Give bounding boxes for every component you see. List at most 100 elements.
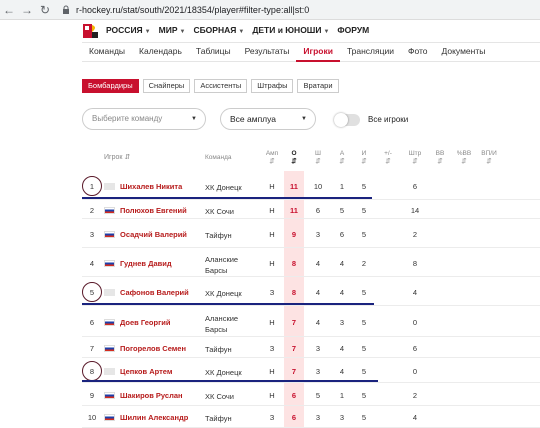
cell-penalty: 2 <box>412 230 418 239</box>
cell-games: 2 <box>361 259 367 268</box>
filter-tab[interactable]: Снайперы <box>142 79 191 93</box>
reload-icon[interactable]: ↻ <box>36 0 54 20</box>
col-team: Команда <box>205 154 232 161</box>
team-select-placeholder: Выберите команду <box>92 114 163 123</box>
col-vpi[interactable]: ВП/И ⇵ <box>480 150 498 165</box>
player-team: ХК Донецк <box>205 289 242 298</box>
table-row[interactable]: 2 Полюхов Евгений ХК Сочи Н 11 6 5 5 14 <box>0 200 540 219</box>
player-name[interactable]: Цепков Артем <box>120 367 172 376</box>
col-penalty[interactable]: Штр ⇵ <box>406 150 424 165</box>
cell-points: 11 <box>290 182 298 191</box>
table-row[interactable]: 5 Сафонов Валерий ХК Донецк З 8 4 4 5 4 <box>0 277 540 306</box>
russia-flag-icon <box>104 414 115 421</box>
player-name[interactable]: Полюхов Евгений <box>120 206 187 215</box>
col-pct-gwg[interactable]: %ВВ ⇵ <box>456 150 472 165</box>
filter-tab[interactable]: Штрафы <box>251 79 294 93</box>
player-name[interactable]: Сафонов Валерий <box>120 288 189 297</box>
row-rank: 6 <box>89 318 95 327</box>
all-players-toggle[interactable] <box>334 113 360 127</box>
col-player[interactable]: Игрок ⇵ <box>104 153 130 161</box>
player-name[interactable]: Доев Георгий <box>120 318 170 327</box>
col-amp[interactable]: Амп ⇵ <box>264 150 280 165</box>
cell-penalty: 4 <box>412 413 418 422</box>
cell-position: З <box>269 413 275 422</box>
row-rank: 7 <box>89 344 95 353</box>
cell-games: 5 <box>361 367 367 376</box>
top-menu-label: СБОРНАЯ <box>193 25 237 35</box>
player-name[interactable]: Погорелов Семен <box>120 344 186 353</box>
player-team: Аланские Барсы <box>205 255 239 275</box>
top-menu-item[interactable]: ФОРУМ <box>337 25 369 35</box>
player-team: Тайфун <box>205 414 232 423</box>
player-name[interactable]: Шихалев Никита <box>120 182 182 191</box>
table-row[interactable]: 4 Гуднев Давид Аланские Барсы Н 8 4 4 2 8 <box>0 248 540 277</box>
table-row[interactable]: 7 Погорелов Семен Тайфун З 7 3 4 5 6 <box>0 337 540 358</box>
annotation-circle <box>82 360 102 381</box>
top-menu-item[interactable]: РОССИЯ ▼ <box>106 25 151 35</box>
player-name[interactable]: Гуднев Давид <box>120 259 172 268</box>
table-row[interactable]: 3 Осадчий Валерий Тайфун Н 9 3 6 5 2 <box>0 219 540 248</box>
cell-points: 8 <box>291 259 297 268</box>
address-bar[interactable]: r-hockey.ru/stat/south/2021/18354/player… <box>76 5 309 15</box>
cell-position: З <box>269 288 275 297</box>
table-row[interactable]: 9 Шакиров Руслан ХК Сочи Н 6 5 1 5 2 <box>0 383 540 406</box>
top-menu-item[interactable]: СБОРНАЯ ▼ <box>193 25 244 35</box>
position-select[interactable]: Все амплуа ▼ <box>220 108 316 130</box>
top-menu-label: РОССИЯ <box>106 25 143 35</box>
section-nav-item[interactable]: Результаты <box>238 42 297 62</box>
section-nav-item[interactable]: Документы <box>435 42 493 62</box>
chevron-down-icon: ▼ <box>144 29 151 35</box>
player-team: ХК Донецк <box>205 368 242 377</box>
back-arrow-icon[interactable]: ← <box>0 0 18 20</box>
col-goals[interactable]: Ш ⇵ <box>310 150 326 165</box>
table-row[interactable]: 10 Шилин Александр Тайфун З 6 3 3 5 4 <box>0 406 540 428</box>
lock-icon[interactable] <box>60 5 72 14</box>
cell-games: 5 <box>361 288 367 297</box>
row-rank: 4 <box>89 259 95 268</box>
player-name[interactable]: Осадчий Валерий <box>120 230 187 239</box>
cell-position: Н <box>269 206 275 215</box>
section-nav-item[interactable]: Игроки <box>296 42 340 62</box>
table-row[interactable]: 1 Шихалев Никита ХК Донецк Н 11 10 1 5 6 <box>0 171 540 200</box>
site-logo[interactable] <box>82 23 100 39</box>
chevron-down-icon: ▼ <box>323 29 330 35</box>
russia-flag-icon <box>104 260 115 267</box>
team-select[interactable]: Выберите команду ▼ <box>82 108 206 130</box>
chevron-down-icon: ▼ <box>238 29 245 35</box>
forward-arrow-icon[interactable]: → <box>18 0 36 20</box>
annotation-underline <box>82 303 374 305</box>
section-nav-item[interactable]: Фото <box>401 42 435 62</box>
section-nav-item[interactable]: Команды <box>82 42 132 62</box>
col-points[interactable]: О ⇵ <box>286 150 302 165</box>
top-menu-item[interactable]: МИР ▼ <box>159 25 186 35</box>
cell-position: Н <box>269 318 275 327</box>
annotation-underline <box>82 380 378 382</box>
section-nav-item[interactable]: Календарь <box>132 42 189 62</box>
table-header: Игрок ⇵ Команда Амп ⇵ О ⇵ Ш ⇵ А ⇵ И ⇵ +/- ⇵ Шт… <box>82 145 540 167</box>
toggle-knob <box>334 113 348 127</box>
table-row[interactable]: 6 Доев Георгий Аланские Барсы Н 7 4 3 5 0 <box>0 306 540 337</box>
cell-games: 5 <box>361 391 367 400</box>
cell-games: 5 <box>361 344 367 353</box>
cell-points: 7 <box>291 344 297 353</box>
section-nav-item[interactable]: Таблицы <box>189 42 238 62</box>
chevron-down-icon: ▼ <box>301 116 307 122</box>
col-gwg[interactable]: ВВ ⇵ <box>432 150 448 165</box>
col-plus-minus[interactable]: +/- ⇵ <box>380 150 396 165</box>
player-name[interactable]: Шилин Александр <box>120 413 188 422</box>
player-name[interactable]: Шакиров Руслан <box>120 391 183 400</box>
annotation-circle <box>82 281 102 302</box>
cell-points: 7 <box>291 318 297 327</box>
cell-position: Н <box>269 230 275 239</box>
filter-tab[interactable]: Вратари <box>297 79 339 93</box>
flag-placeholder-icon <box>104 368 115 375</box>
filter-tab[interactable]: Бомбардиры <box>82 79 139 93</box>
col-assists[interactable]: А ⇵ <box>334 150 350 165</box>
row-rank: 9 <box>89 391 95 400</box>
top-menu-item[interactable]: ДЕТИ и ЮНОШИ ▼ <box>252 25 329 35</box>
cell-goals: 3 <box>315 413 321 422</box>
cell-games: 5 <box>361 413 367 422</box>
filter-tab[interactable]: Ассистенты <box>194 79 248 93</box>
col-games[interactable]: И ⇵ <box>356 150 372 165</box>
section-nav-item[interactable]: Трансляции <box>340 42 401 62</box>
